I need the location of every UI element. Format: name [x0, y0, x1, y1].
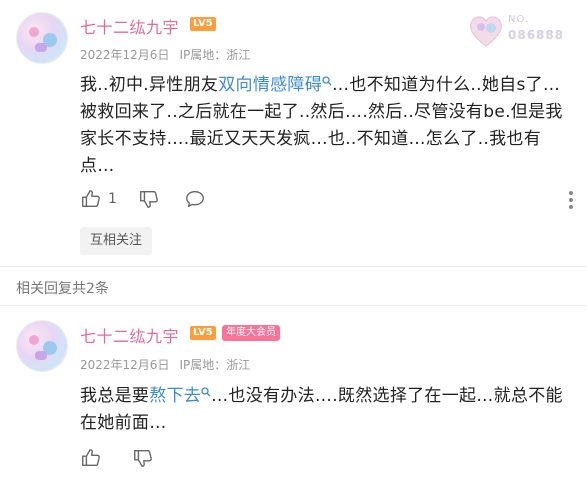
comment-meta: 2022年12月6日 IP属地：浙江 — [80, 46, 250, 63]
comment-meta: 2022年12月6日 IP属地：浙江 — [80, 356, 250, 373]
username[interactable]: 七十二纮九宇 — [80, 323, 179, 347]
more-icon[interactable] — [568, 190, 574, 210]
comment-date: 2022年12月6日 — [80, 358, 170, 372]
nft-number: 086888 — [508, 28, 565, 42]
comment-date: 2022年12月6日 — [80, 48, 170, 62]
avatar[interactable] — [16, 12, 68, 64]
comment-text: 我总是要熬下去 …也没有办法….既然选择了在一起…就总不能在她前面… — [80, 383, 570, 437]
divider — [0, 305, 587, 306]
comment-actions — [80, 447, 570, 471]
vip-badge: 年度大会员 — [222, 325, 280, 341]
ip-location: IP属地：浙江 — [179, 358, 251, 372]
avatar[interactable] — [16, 320, 68, 372]
like-count: 1 — [108, 191, 117, 207]
nft-badge: NO. 086888 — [466, 10, 572, 50]
comment-text: 我..初中.异性朋友双向情感障碍 …也不知道为什么..她自s了…被救回来了..之后… — [80, 72, 570, 180]
like-button[interactable] — [80, 447, 108, 469]
username[interactable]: 七十二纮九宇 — [80, 14, 179, 38]
mutual-follow-tag[interactable]: 互相关注 — [80, 227, 153, 255]
thumb-down-icon — [134, 449, 152, 467]
level-badge: LV5 — [190, 326, 216, 340]
comment-text-part: 我总是要 — [80, 386, 150, 406]
comment-text-part: 我..初中.异性朋友 — [80, 75, 219, 95]
level-badge: LV5 — [190, 17, 216, 31]
like-button[interactable]: 1 — [80, 188, 117, 210]
nft-no-label: NO. — [508, 14, 530, 25]
search-link[interactable]: 熬下去 — [149, 386, 201, 406]
reply-button[interactable] — [184, 188, 206, 210]
thumb-up-icon — [82, 449, 100, 467]
ip-location: IP属地：浙江 — [179, 48, 251, 62]
thumb-down-icon — [140, 190, 158, 208]
search-icon[interactable] — [322, 76, 332, 86]
search-icon[interactable] — [201, 387, 211, 397]
divider — [0, 266, 587, 267]
dislike-button[interactable] — [132, 447, 154, 469]
search-link[interactable]: 双向情感障碍 — [218, 75, 322, 95]
heart-badge-icon — [470, 16, 502, 47]
thumb-up-icon — [82, 190, 100, 208]
replies-count-label: 相关回复共2条 — [16, 281, 109, 297]
comment-actions: 1 — [80, 188, 573, 212]
comment-icon — [186, 190, 204, 208]
dislike-button[interactable] — [138, 188, 160, 210]
